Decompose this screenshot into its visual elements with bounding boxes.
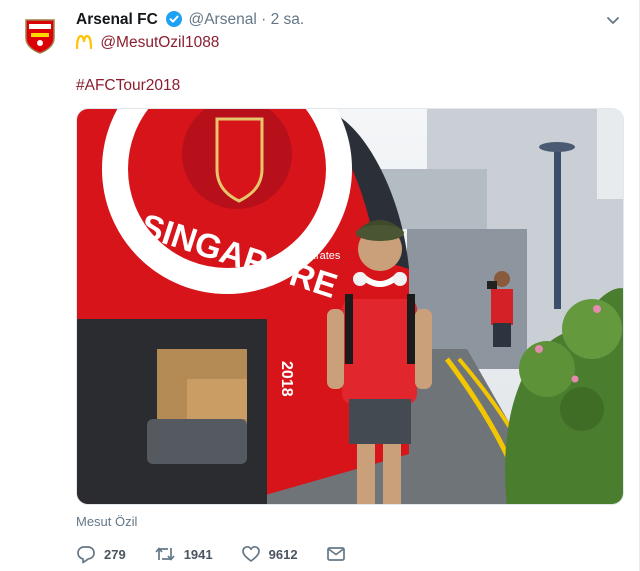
- direct-message-icon: [326, 547, 345, 561]
- photo-image: SINGAPORE Emirates 2018: [77, 109, 623, 504]
- more-options-chevron-down-icon[interactable]: [605, 12, 621, 28]
- hashtag-link[interactable]: #AFCTour2018: [76, 77, 180, 94]
- direct-message-button[interactable]: [326, 545, 354, 563]
- reply-count: 279: [104, 546, 126, 562]
- display-name[interactable]: Arsenal FC: [76, 11, 158, 28]
- tweet-header: Arsenal FC @Arsenal · 2 sa.: [76, 10, 304, 33]
- tweet-photo[interactable]: SINGAPORE Emirates 2018: [76, 108, 624, 505]
- tweet-card[interactable]: Arsenal FC @Arsenal · 2 sa. @MesutOzil10…: [0, 0, 640, 571]
- avatar[interactable]: [22, 18, 58, 54]
- tagged-person[interactable]: Mesut Özil: [76, 514, 137, 529]
- timestamp[interactable]: 2 sa.: [271, 11, 305, 28]
- bus-sponsor-text: Emirates: [297, 250, 341, 262]
- like-button[interactable]: 9612: [241, 544, 298, 564]
- arches-emoji-icon: [75, 34, 96, 55]
- reply-icon: [77, 546, 95, 564]
- retweet-count: 1941: [183, 546, 213, 562]
- tweet-text-line: @MesutOzil1088: [75, 33, 219, 55]
- bus-year-text: 2018: [278, 361, 295, 397]
- retweet-icon: [155, 547, 175, 561]
- separator-dot: ·: [261, 11, 267, 28]
- verified-badge-icon: [166, 11, 183, 33]
- user-handle[interactable]: @Arsenal: [188, 11, 256, 28]
- reply-button[interactable]: 279: [76, 544, 126, 564]
- mention-link[interactable]: @MesutOzil1088: [100, 34, 219, 51]
- like-icon: [241, 545, 260, 562]
- arsenal-crest-icon: [25, 19, 55, 54]
- like-count: 9612: [268, 546, 298, 562]
- tweet-text-line: #AFCTour2018: [76, 76, 180, 96]
- retweet-button[interactable]: 1941: [154, 544, 213, 564]
- tweet-actions: 279 1941 9612: [76, 543, 382, 565]
